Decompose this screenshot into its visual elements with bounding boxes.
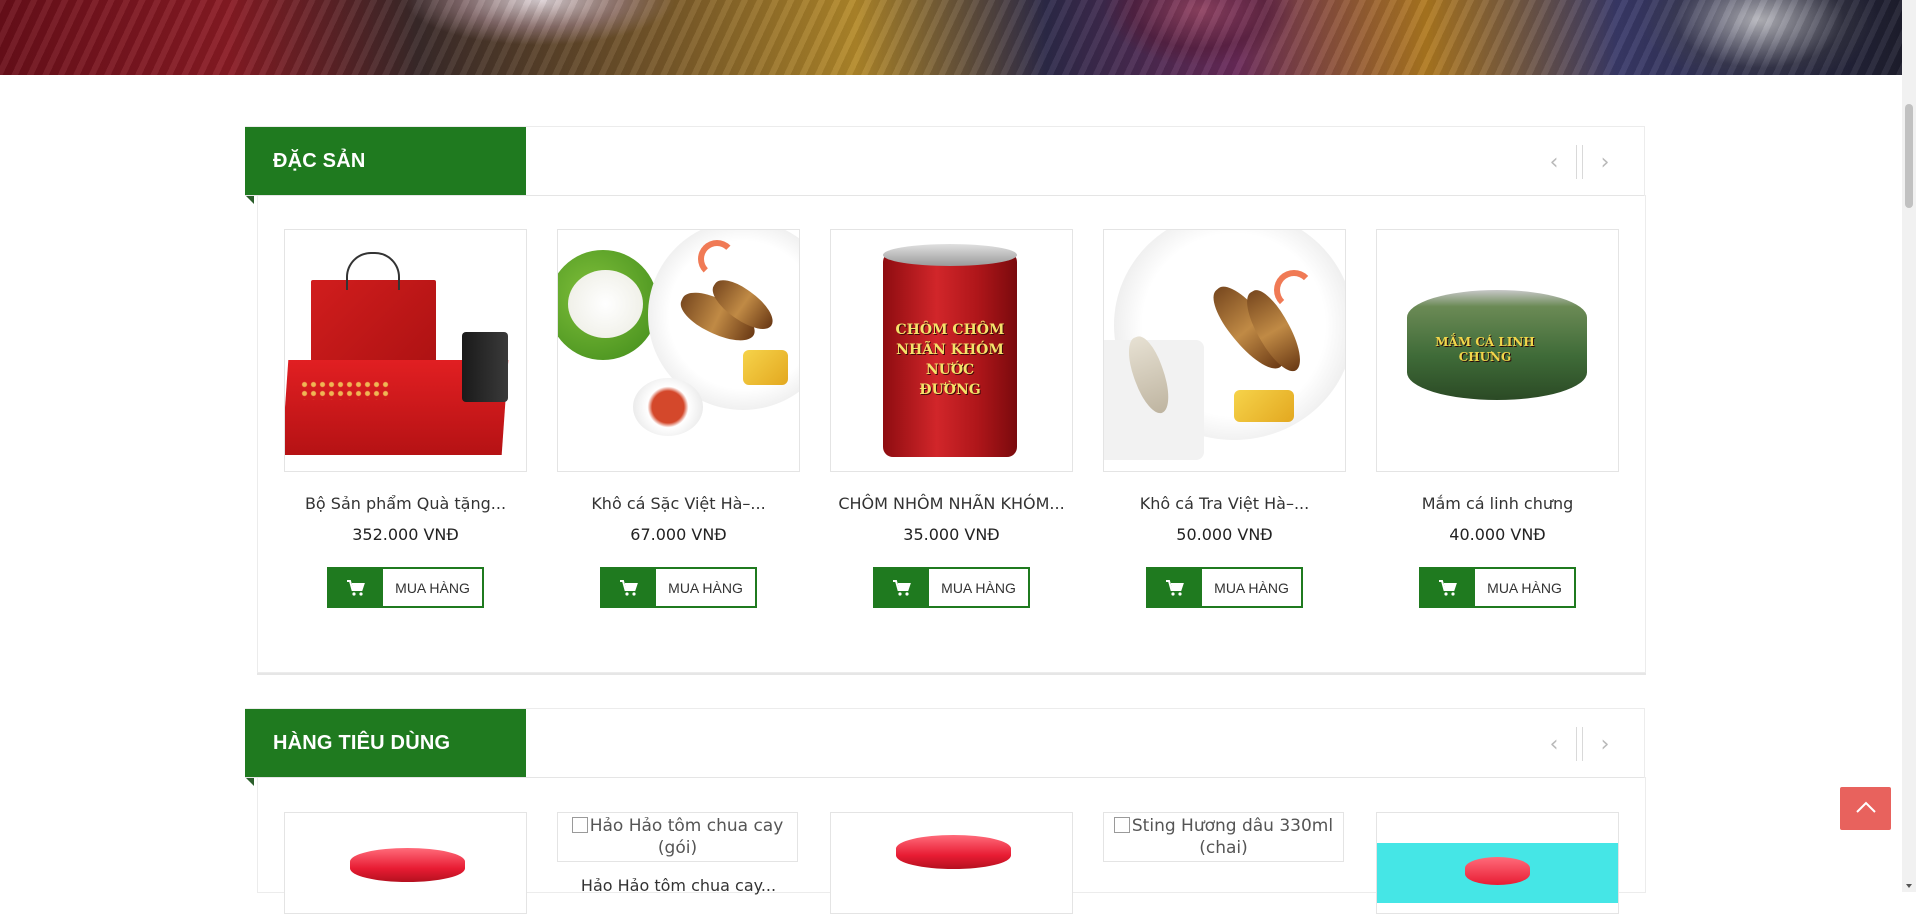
product-card[interactable]: CHÔM CHÔM NHÃN KHÓM NƯỚC ĐƯỜNG CHÔM NHÔM… <box>830 229 1073 608</box>
image-alt-text: Sting Hương dâu 330ml (chai) <box>1131 816 1334 858</box>
section-title: ĐẶC SẢN <box>245 127 526 195</box>
product-image[interactable] <box>284 229 527 472</box>
product-card[interactable] <box>830 812 1073 914</box>
product-name[interactable]: CHÔM NHÔM NHÃN KHÓM... <box>830 494 1073 513</box>
product-image[interactable] <box>830 812 1073 914</box>
gold-pattern <box>300 380 390 400</box>
product-image[interactable] <box>1376 812 1619 914</box>
product-price: 67.000 VNĐ <box>630 525 727 544</box>
bottle-cap <box>350 848 465 882</box>
product-image[interactable]: MẮM CÁ LINH CHƯNG <box>1376 229 1619 472</box>
buy-button[interactable]: MUA HÀNG <box>327 567 484 608</box>
product-name[interactable]: Khô cá Tra Việt Hà–... <box>1103 494 1346 513</box>
buy-button-label: MUA HÀNG <box>395 579 470 596</box>
product-image[interactable]: CHÔM CHÔM NHÃN KHÓM NƯỚC ĐƯỜNG <box>830 229 1073 472</box>
chevron-right-icon[interactable]: › <box>1591 730 1619 758</box>
product-card[interactable]: Bộ Sản phẩm Quà tặng... 352.000 VNĐ MUA … <box>284 229 527 608</box>
product-image[interactable] <box>284 812 527 914</box>
product-card[interactable]: Sting Hương dâu 330ml (chai) <box>1103 812 1346 862</box>
title-fold-decoration <box>245 195 254 204</box>
shrimp <box>698 240 736 278</box>
tin-label-text: MẮM CÁ LINH CHƯNG <box>1435 335 1535 364</box>
product-name[interactable]: Mắm cá linh chưng <box>1376 494 1619 513</box>
buy-button[interactable]: MUA HÀNG <box>1146 567 1303 608</box>
product-price: 352.000 VNĐ <box>352 525 459 544</box>
pineapple <box>1234 390 1294 422</box>
sauce-bowl <box>633 378 703 436</box>
broken-image-icon <box>571 817 588 833</box>
buy-button-label: MUA HÀNG <box>1487 579 1562 596</box>
product-card[interactable]: Khô cá Sặc Việt Hà–... 67.000 VNĐ MUA HÀ… <box>557 229 800 608</box>
cart-icon <box>329 569 383 606</box>
can-lid <box>883 244 1017 266</box>
product-image-broken[interactable]: Sting Hương dâu 330ml (chai) <box>1103 812 1344 862</box>
buy-button[interactable]: MUA HÀNG <box>1419 567 1576 608</box>
hero-banner-image <box>0 0 1902 75</box>
nav-separator <box>1576 727 1583 761</box>
cart-icon <box>1421 569 1475 606</box>
buy-button-label: MUA HÀNG <box>1214 579 1289 596</box>
buy-button-label: MUA HÀNG <box>668 579 743 596</box>
tin-can-shape <box>462 332 508 402</box>
product-card[interactable]: Hảo Hảo tôm chua cay (gói) Hảo Hảo tôm c… <box>557 812 800 895</box>
section-header-dac-san: ĐẶC SẢN ‹ › <box>245 126 1645 204</box>
scrollbar-thumb[interactable] <box>1905 104 1913 208</box>
cart-icon <box>602 569 656 606</box>
product-card[interactable]: Khô cá Tra Việt Hà–... 50.000 VNĐ MUA HÀ… <box>1103 229 1346 608</box>
section-title: HÀNG TIÊU DÙNG <box>245 709 526 777</box>
title-fold-decoration <box>245 777 254 786</box>
carousel-nav: ‹ › <box>1540 145 1619 179</box>
chevron-right-icon[interactable]: › <box>1591 148 1619 176</box>
buy-button[interactable]: MUA HÀNG <box>873 567 1030 608</box>
header-divider <box>245 777 1644 778</box>
product-card[interactable]: MẮM CÁ LINH CHƯNG Mắm cá linh chưng 40.0… <box>1376 229 1619 608</box>
chevron-up-icon <box>1855 799 1877 818</box>
product-name[interactable]: Hảo Hảo tôm chua cay... <box>557 876 800 895</box>
scroll-down-arrow-icon[interactable] <box>1906 884 1912 888</box>
chevron-left-icon[interactable]: ‹ <box>1540 730 1568 758</box>
cart-icon <box>875 569 929 606</box>
image-alt-text: Hảo Hảo tôm chua cay (gói) <box>589 816 784 858</box>
product-card[interactable] <box>1376 812 1619 914</box>
chevron-left-icon[interactable]: ‹ <box>1540 148 1568 176</box>
product-price: 35.000 VNĐ <box>903 525 1000 544</box>
rice-mound <box>568 270 643 338</box>
bottle-cap <box>1465 857 1530 885</box>
buy-button[interactable]: MUA HÀNG <box>600 567 757 608</box>
bottle-cap <box>896 835 1011 869</box>
buy-button-label: MUA HÀNG <box>941 579 1016 596</box>
product-image[interactable] <box>557 229 800 472</box>
carousel-nav: ‹ › <box>1540 727 1619 761</box>
section-header-hang-tieu-dung: HÀNG TIÊU DÙNG ‹ › <box>245 708 1645 786</box>
product-price: 50.000 VNĐ <box>1176 525 1273 544</box>
back-to-top-button[interactable] <box>1840 787 1891 830</box>
product-price: 40.000 VNĐ <box>1449 525 1546 544</box>
header-divider <box>245 195 1644 196</box>
cart-icon <box>1148 569 1202 606</box>
page-scrollbar[interactable] <box>1902 0 1916 892</box>
product-name[interactable]: Khô cá Sặc Việt Hà–... <box>557 494 800 513</box>
product-image-broken[interactable]: Hảo Hảo tôm chua cay (gói) <box>557 812 798 862</box>
can-label-text: CHÔM CHÔM NHÃN KHÓM NƯỚC ĐƯỜNG <box>895 322 1005 398</box>
pineapple <box>743 350 788 385</box>
nav-separator <box>1576 145 1583 179</box>
product-name[interactable]: Bộ Sản phẩm Quà tặng... <box>284 494 527 513</box>
broken-image-icon <box>1113 817 1130 833</box>
product-card[interactable] <box>284 812 527 914</box>
shrimp <box>1274 270 1314 310</box>
product-image[interactable] <box>1103 229 1346 472</box>
